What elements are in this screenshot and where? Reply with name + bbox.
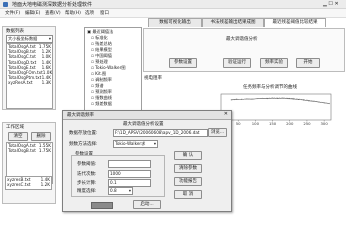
dialog-subtitle: 最大调谐值分析设置	[123, 122, 164, 127]
file-name: TotalOsgB.txt	[8, 148, 36, 154]
data-point	[251, 98, 253, 100]
menu-help[interactable]: 帮助(H)	[65, 10, 81, 16]
menu-window[interactable]: 窗口	[100, 10, 109, 16]
close-icon[interactable]: ✕	[224, 111, 228, 117]
list-item[interactable]: xyzResA.txt 1.3K	[7, 80, 52, 85]
plot-frame	[220, 93, 332, 121]
delete-button[interactable]: 删除	[31, 132, 51, 141]
data-point	[230, 99, 232, 101]
data-list-title: 数据列表	[6, 29, 24, 34]
file-name: xyzResA.txt	[8, 80, 33, 86]
work-area-title: 工作区域	[6, 125, 24, 130]
status-color-indicator	[91, 202, 113, 209]
menu-file[interactable]: 文件(F)	[5, 10, 20, 16]
function-report-button[interactable]: 功能报告	[174, 177, 202, 186]
method-select-label: 频数方法选择:	[69, 142, 98, 147]
app-title: 地面大地电磁测深数据分析处理软件	[12, 2, 93, 8]
tab-visualization[interactable]: 数据可视化输出	[148, 18, 202, 27]
x-tick-label: 300	[321, 121, 329, 126]
dialog-title: 最大调谐频率	[67, 113, 94, 118]
data-location-field[interactable]: F:\1D_APSV\20060608\apv_1D_2006.dat	[113, 129, 208, 137]
dialog-title-bar: 最大调谐频率 ✕	[63, 111, 231, 120]
max-tuning-dialog: 最大调谐频率 ✕ 最大调谐值分析设置 数据存放位置: F:\1D_APSV\20…	[62, 110, 232, 212]
data-point	[282, 97, 284, 99]
file-size: 1.3K	[41, 80, 51, 86]
method-panel-title: 最大调谐值分析	[226, 37, 258, 42]
data-type-select[interactable]: 大小极坐标数据 ▾	[6, 35, 53, 43]
tree-item[interactable]: ▫ 频差数据	[91, 101, 112, 107]
verify-run-button[interactable]: 验证运行	[223, 58, 251, 68]
param-setting-button[interactable]: 参数设置	[169, 58, 197, 68]
file-size: 1.2K	[40, 182, 50, 188]
x-tick-label: 100	[252, 121, 260, 126]
threshold-label: 参数阈值:	[77, 162, 97, 167]
data-point	[241, 98, 243, 100]
menu-options[interactable]: 选项	[85, 10, 94, 16]
title-bar: 地面大地电磁测深数据分析处理软件 ▁ ☐ ✕	[0, 0, 346, 9]
list-item[interactable]: xyzresC.txt 1.2K	[6, 182, 51, 187]
work-area-panel: 工作区域 清空 删除 TotalOsgA.txt 1.55K TotalOsgB.t…	[2, 122, 56, 204]
tab-threshold-compare[interactable]: 最近残差阈值比较结果	[264, 18, 326, 27]
file-name: xyzresC.txt	[7, 182, 31, 188]
data-point	[292, 97, 294, 99]
x-tick-label: 250	[303, 121, 311, 126]
step-label: 步长计算:	[77, 181, 97, 186]
menu-edit[interactable]: 编辑(E)	[25, 10, 40, 16]
precision-select[interactable]: 0.8 ▾	[108, 187, 133, 195]
chevron-down-icon: ▾	[153, 141, 156, 146]
clear-button[interactable]: 清空	[8, 132, 28, 141]
iterations-field[interactable]: 1000	[108, 170, 151, 178]
iterations-label: 迭代次数:	[77, 172, 97, 177]
list-item[interactable]: TotalOsgB.txt 1.75K	[7, 148, 52, 153]
confirm-button[interactable]: 确 认	[174, 151, 202, 160]
data-point	[303, 98, 304, 100]
x-tick-label: 150	[269, 121, 277, 126]
clear-params-button[interactable]: 清除参数	[174, 164, 202, 173]
data-list-panel: 数据列表 大小极坐标数据 ▾ TotalOsgA.txt 1.75K TotalOs…	[2, 26, 56, 110]
cancel-button[interactable]: 取 消	[174, 190, 202, 199]
folder-icon: ▣	[87, 29, 91, 34]
browse-button[interactable]: 浏览...	[208, 128, 227, 137]
app-icon	[3, 1, 8, 7]
x-tick-label: 200	[286, 121, 294, 126]
data-location-label: 数据存放位置:	[69, 131, 98, 136]
threshold-field[interactable]	[108, 160, 151, 168]
step-field[interactable]: 0.1	[108, 179, 151, 187]
x-tick-label: 50	[236, 121, 241, 126]
file-size: 1.75K	[38, 148, 51, 154]
data-file-list[interactable]: TotalOsgA.txt 1.75K TotalOsgB.txt 1.2K Total…	[6, 43, 53, 109]
data-point	[323, 102, 325, 104]
window-controls[interactable]: ▁ ☐ ✕	[323, 1, 343, 7]
method-panel: 最大调谐值分析 参数设置 验证运行 频率实验 开始	[143, 28, 345, 72]
frequency-experiment-button[interactable]: 频率实验	[260, 58, 288, 68]
data-point	[328, 102, 330, 104]
chevron-down-icon: ▾	[128, 188, 131, 193]
precision-label: 精度选择:	[77, 189, 97, 194]
menu-view[interactable]: 查看(V)	[45, 10, 61, 16]
data-point	[313, 100, 315, 102]
tab-residual-map[interactable]: 书法残差输出结果成图	[202, 18, 264, 27]
data-point	[272, 97, 274, 99]
bottom-file-list[interactable]: xyzresB.txt 1.4K xyzresC.txt 1.2K	[5, 176, 52, 190]
launch-button[interactable]: 启动...	[133, 200, 161, 209]
data-point	[261, 97, 263, 99]
menu-bar: 文件(F) 编辑(E) 查看(V) 帮助(H) 选项 窗口	[0, 9, 346, 18]
method-select[interactable]: Tokio-Walker求 ▾	[113, 140, 158, 148]
chevron-down-icon: ▾	[48, 36, 51, 41]
start-button[interactable]: 开始	[296, 58, 320, 68]
